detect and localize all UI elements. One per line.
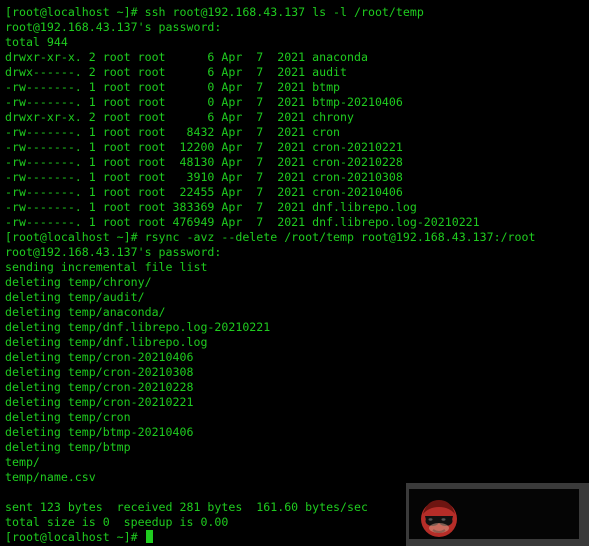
terminal-output: [root@localhost ~]# ssh root@192.168.43.… xyxy=(5,5,535,545)
terminal-line: deleting temp/cron-20210228 xyxy=(5,380,194,394)
terminal-line: -rw-------. 1 root root 476949 Apr 7 202… xyxy=(5,215,480,229)
terminal-line: -rw-------. 1 root root 12200 Apr 7 2021… xyxy=(5,140,403,154)
terminal-line: root@192.168.43.137's password: xyxy=(5,245,222,259)
sunglasses-face-icon xyxy=(421,500,457,537)
terminal-line: deleting temp/btmp-20210406 xyxy=(5,425,194,439)
terminal-window[interactable]: [root@localhost ~]# ssh root@192.168.43.… xyxy=(0,0,589,546)
terminal-line: total 944 xyxy=(5,35,68,49)
terminal-line: drwxr-xr-x. 2 root root 6 Apr 7 2021 chr… xyxy=(5,110,355,124)
terminal-line: deleting temp/audit/ xyxy=(5,290,145,304)
floating-widget[interactable] xyxy=(406,483,589,546)
terminal-line: deleting temp/dnf.librepo.log-20210221 xyxy=(5,320,271,334)
terminal-line: sending incremental file list xyxy=(5,260,208,274)
terminal-line: deleting temp/dnf.librepo.log xyxy=(5,335,208,349)
terminal-line: drwx------. 2 root root 6 Apr 7 2021 aud… xyxy=(5,65,348,79)
shell-prompt: [root@localhost ~]# xyxy=(5,530,145,544)
terminal-line: -rw-------. 1 root root 48130 Apr 7 2021… xyxy=(5,155,403,169)
terminal-line: root@192.168.43.137's password: xyxy=(5,20,222,34)
terminal-line: drwxr-xr-x. 2 root root 6 Apr 7 2021 ana… xyxy=(5,50,368,64)
terminal-line: deleting temp/anaconda/ xyxy=(5,305,166,319)
terminal-line: -rw-------. 1 root root 0 Apr 7 2021 btm… xyxy=(5,95,403,109)
terminal-line: deleting temp/cron xyxy=(5,410,131,424)
terminal-line: deleting temp/chrony/ xyxy=(5,275,152,289)
terminal-line: -rw-------. 1 root root 8432 Apr 7 2021 … xyxy=(5,125,341,139)
text-cursor xyxy=(145,530,153,543)
terminal-line: deleting temp/btmp xyxy=(5,440,131,454)
terminal-line: -rw-------. 1 root root 3910 Apr 7 2021 … xyxy=(5,170,403,184)
terminal-line: deleting temp/cron-20210221 xyxy=(5,395,194,409)
terminal-line: -rw-------. 1 root root 0 Apr 7 2021 btm… xyxy=(5,80,341,94)
terminal-line: deleting temp/cron-20210308 xyxy=(5,365,194,379)
floating-widget-panel xyxy=(409,489,579,539)
terminal-line: [root@localhost ~]# rsync -avz --delete … xyxy=(5,230,536,244)
terminal-line: -rw-------. 1 root root 22455 Apr 7 2021… xyxy=(5,185,403,199)
terminal-line: -rw-------. 1 root root 383369 Apr 7 202… xyxy=(5,200,417,214)
terminal-line: [root@localhost ~]# ssh root@192.168.43.… xyxy=(5,5,424,19)
terminal-line: temp/ xyxy=(5,455,40,469)
terminal-line: deleting temp/cron-20210406 xyxy=(5,350,194,364)
